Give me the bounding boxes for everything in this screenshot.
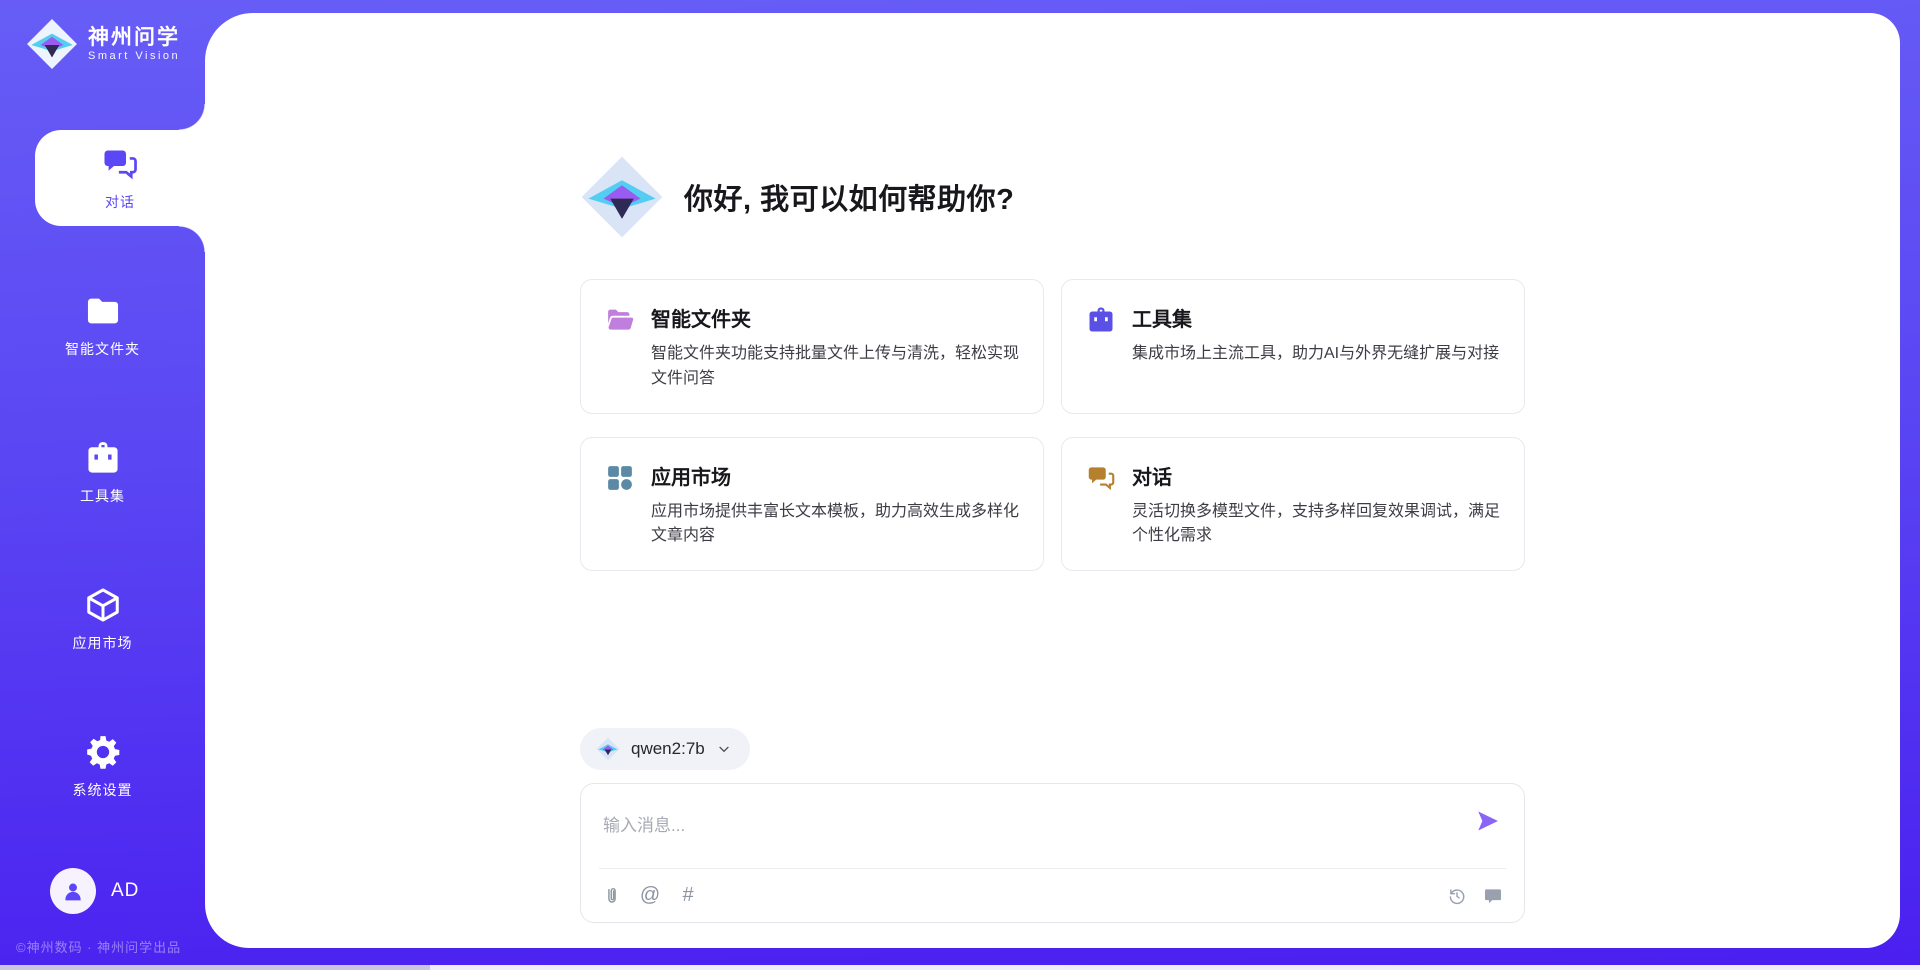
card-title: 智能文件夹 (651, 303, 1021, 332)
sidebar-item-label: 应用市场 (73, 633, 133, 653)
app-root: 神州问学 Smart Vision 对话 智能文件夹 (0, 0, 1920, 970)
model-name: qwen2:7b (631, 739, 705, 759)
feature-cards: 智能文件夹 智能文件夹功能支持批量文件上传与清洗，轻松实现文件问答 工具集 集成… (580, 279, 1525, 571)
send-button[interactable] (1474, 808, 1502, 836)
brand-title: 神州问学 (88, 26, 180, 50)
chat-icon (1086, 463, 1116, 493)
message-input[interactable] (601, 800, 1454, 852)
user-name: AD (111, 880, 139, 902)
sidebar-item-smart-folder[interactable]: 智能文件夹 (0, 277, 205, 373)
hashtag-icon[interactable]: # (677, 885, 699, 907)
avatar (50, 868, 96, 914)
composer-toolbar: @ # (601, 869, 1504, 922)
cube-icon (84, 586, 122, 624)
user-profile[interactable]: AD (50, 868, 139, 914)
card-title: 对话 (1132, 461, 1502, 490)
card-title: 工具集 (1132, 303, 1499, 332)
toolbox-icon (84, 439, 122, 477)
sidebar-item-label: 对话 (105, 192, 135, 212)
chat-icon (101, 145, 139, 183)
card-description: 集成市场上主流工具，助力AI与外界无缝扩展与对接 (1132, 342, 1499, 367)
greeting-block: 你好, 我可以如何帮助你? (580, 155, 1525, 239)
model-selector[interactable]: qwen2:7b (580, 728, 750, 770)
model-logo-icon (596, 737, 620, 761)
card-description: 灵活切换多模型文件，支持多样回复效果调试，满足个性化需求 (1132, 500, 1502, 550)
toolbox-icon (1086, 305, 1116, 335)
app-logo-icon (26, 18, 78, 70)
attach-file-icon[interactable] (601, 885, 623, 907)
card-title: 应用市场 (651, 461, 1021, 490)
chat-bubble-icon[interactable] (1482, 885, 1504, 907)
send-icon (1475, 808, 1501, 834)
main-panel: 你好, 我可以如何帮助你? 智能文件夹 智能文件夹功能支持批量文件上传与清洗，轻… (205, 13, 1900, 948)
assistant-logo-icon (580, 155, 664, 239)
card-smart-folder[interactable]: 智能文件夹 智能文件夹功能支持批量文件上传与清洗，轻松实现文件问答 (580, 279, 1044, 414)
card-chat[interactable]: 对话 灵活切换多模型文件，支持多样回复效果调试，满足个性化需求 (1061, 437, 1525, 572)
sidebar-item-settings[interactable]: 系统设置 (0, 718, 205, 814)
scrollbar-thumb[interactable] (0, 965, 430, 970)
greeting-title: 你好, 我可以如何帮助你? (684, 176, 1014, 218)
card-toolset[interactable]: 工具集 集成市场上主流工具，助力AI与外界无缝扩展与对接 (1061, 279, 1525, 414)
sidebar-nav: 对话 智能文件夹 工具集 (0, 130, 205, 865)
chevron-down-icon (716, 741, 732, 757)
sidebar-item-chat[interactable]: 对话 (35, 130, 205, 226)
brand-subtitle: Smart Vision (88, 50, 180, 62)
grid-icon (605, 463, 635, 493)
card-description: 智能文件夹功能支持批量文件上传与清洗，轻松实现文件问答 (651, 342, 1021, 392)
sidebar-item-label: 系统设置 (73, 780, 133, 800)
sidebar: 神州问学 Smart Vision 对话 智能文件夹 (0, 0, 205, 970)
brand: 神州问学 Smart Vision (26, 18, 180, 70)
card-app-market[interactable]: 应用市场 应用市场提供丰富长文本模板，助力高效生成多样化文章内容 (580, 437, 1044, 572)
sidebar-item-app-market[interactable]: 应用市场 (0, 571, 205, 667)
gear-icon (84, 733, 122, 771)
folder-icon (84, 292, 122, 330)
folder-open-icon (605, 305, 635, 335)
mention-icon[interactable]: @ (639, 885, 661, 907)
card-description: 应用市场提供丰富长文本模板，助力高效生成多样化文章内容 (651, 500, 1021, 550)
message-composer: @ # (580, 783, 1525, 923)
sidebar-item-label: 工具集 (80, 486, 125, 506)
sidebar-item-toolset[interactable]: 工具集 (0, 424, 205, 520)
sidebar-item-label: 智能文件夹 (65, 339, 140, 359)
horizontal-scrollbar[interactable] (0, 965, 1920, 970)
history-icon[interactable] (1446, 885, 1468, 907)
copyright-text: ©神州数码 · 神州问学出品 (16, 937, 181, 956)
